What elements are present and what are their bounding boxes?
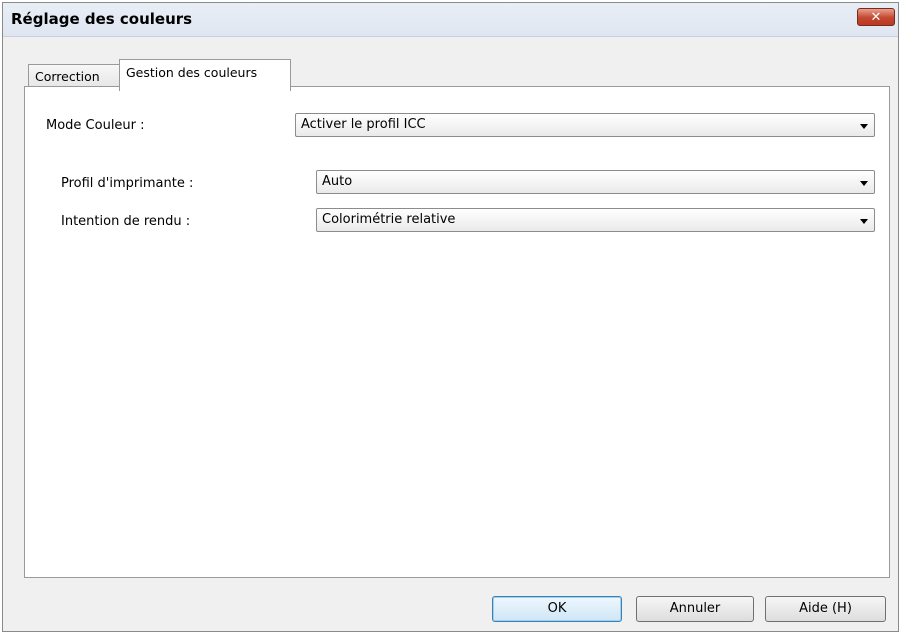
ok-button[interactable]: OK (492, 596, 622, 622)
window-title: Réglage des couleurs (11, 10, 193, 28)
chevron-down-icon (860, 181, 868, 186)
intention-de-rendu-label: Intention de rendu : (61, 214, 191, 229)
mode-couleur-label: Mode Couleur : (46, 118, 145, 133)
intention-de-rendu-value: Colorimétrie relative (322, 212, 456, 227)
tab-panel (24, 86, 890, 578)
intention-de-rendu-select[interactable]: Colorimétrie relative (316, 208, 875, 232)
chevron-down-icon (860, 219, 868, 224)
profil-imprimante-label: Profil d'imprimante : (61, 176, 194, 191)
tab-gestion-des-couleurs[interactable]: Gestion des couleurs (119, 59, 291, 91)
profil-imprimante-value: Auto (322, 174, 353, 189)
close-button[interactable]: ✕ (857, 8, 895, 26)
tab-gestion-label: Gestion des couleurs (126, 65, 258, 80)
close-icon: ✕ (870, 10, 882, 25)
mode-couleur-select[interactable]: Activer le profil ICC (295, 113, 875, 137)
mode-couleur-value: Activer le profil ICC (301, 117, 426, 132)
tab-correction-label: Correction (35, 69, 100, 84)
help-button[interactable]: Aide (H) (765, 596, 886, 622)
title-bar[interactable]: Réglage des couleurs ✕ (3, 3, 898, 37)
cancel-button[interactable]: Annuler (636, 596, 754, 622)
chevron-down-icon (860, 124, 868, 129)
profil-imprimante-select[interactable]: Auto (316, 170, 875, 194)
